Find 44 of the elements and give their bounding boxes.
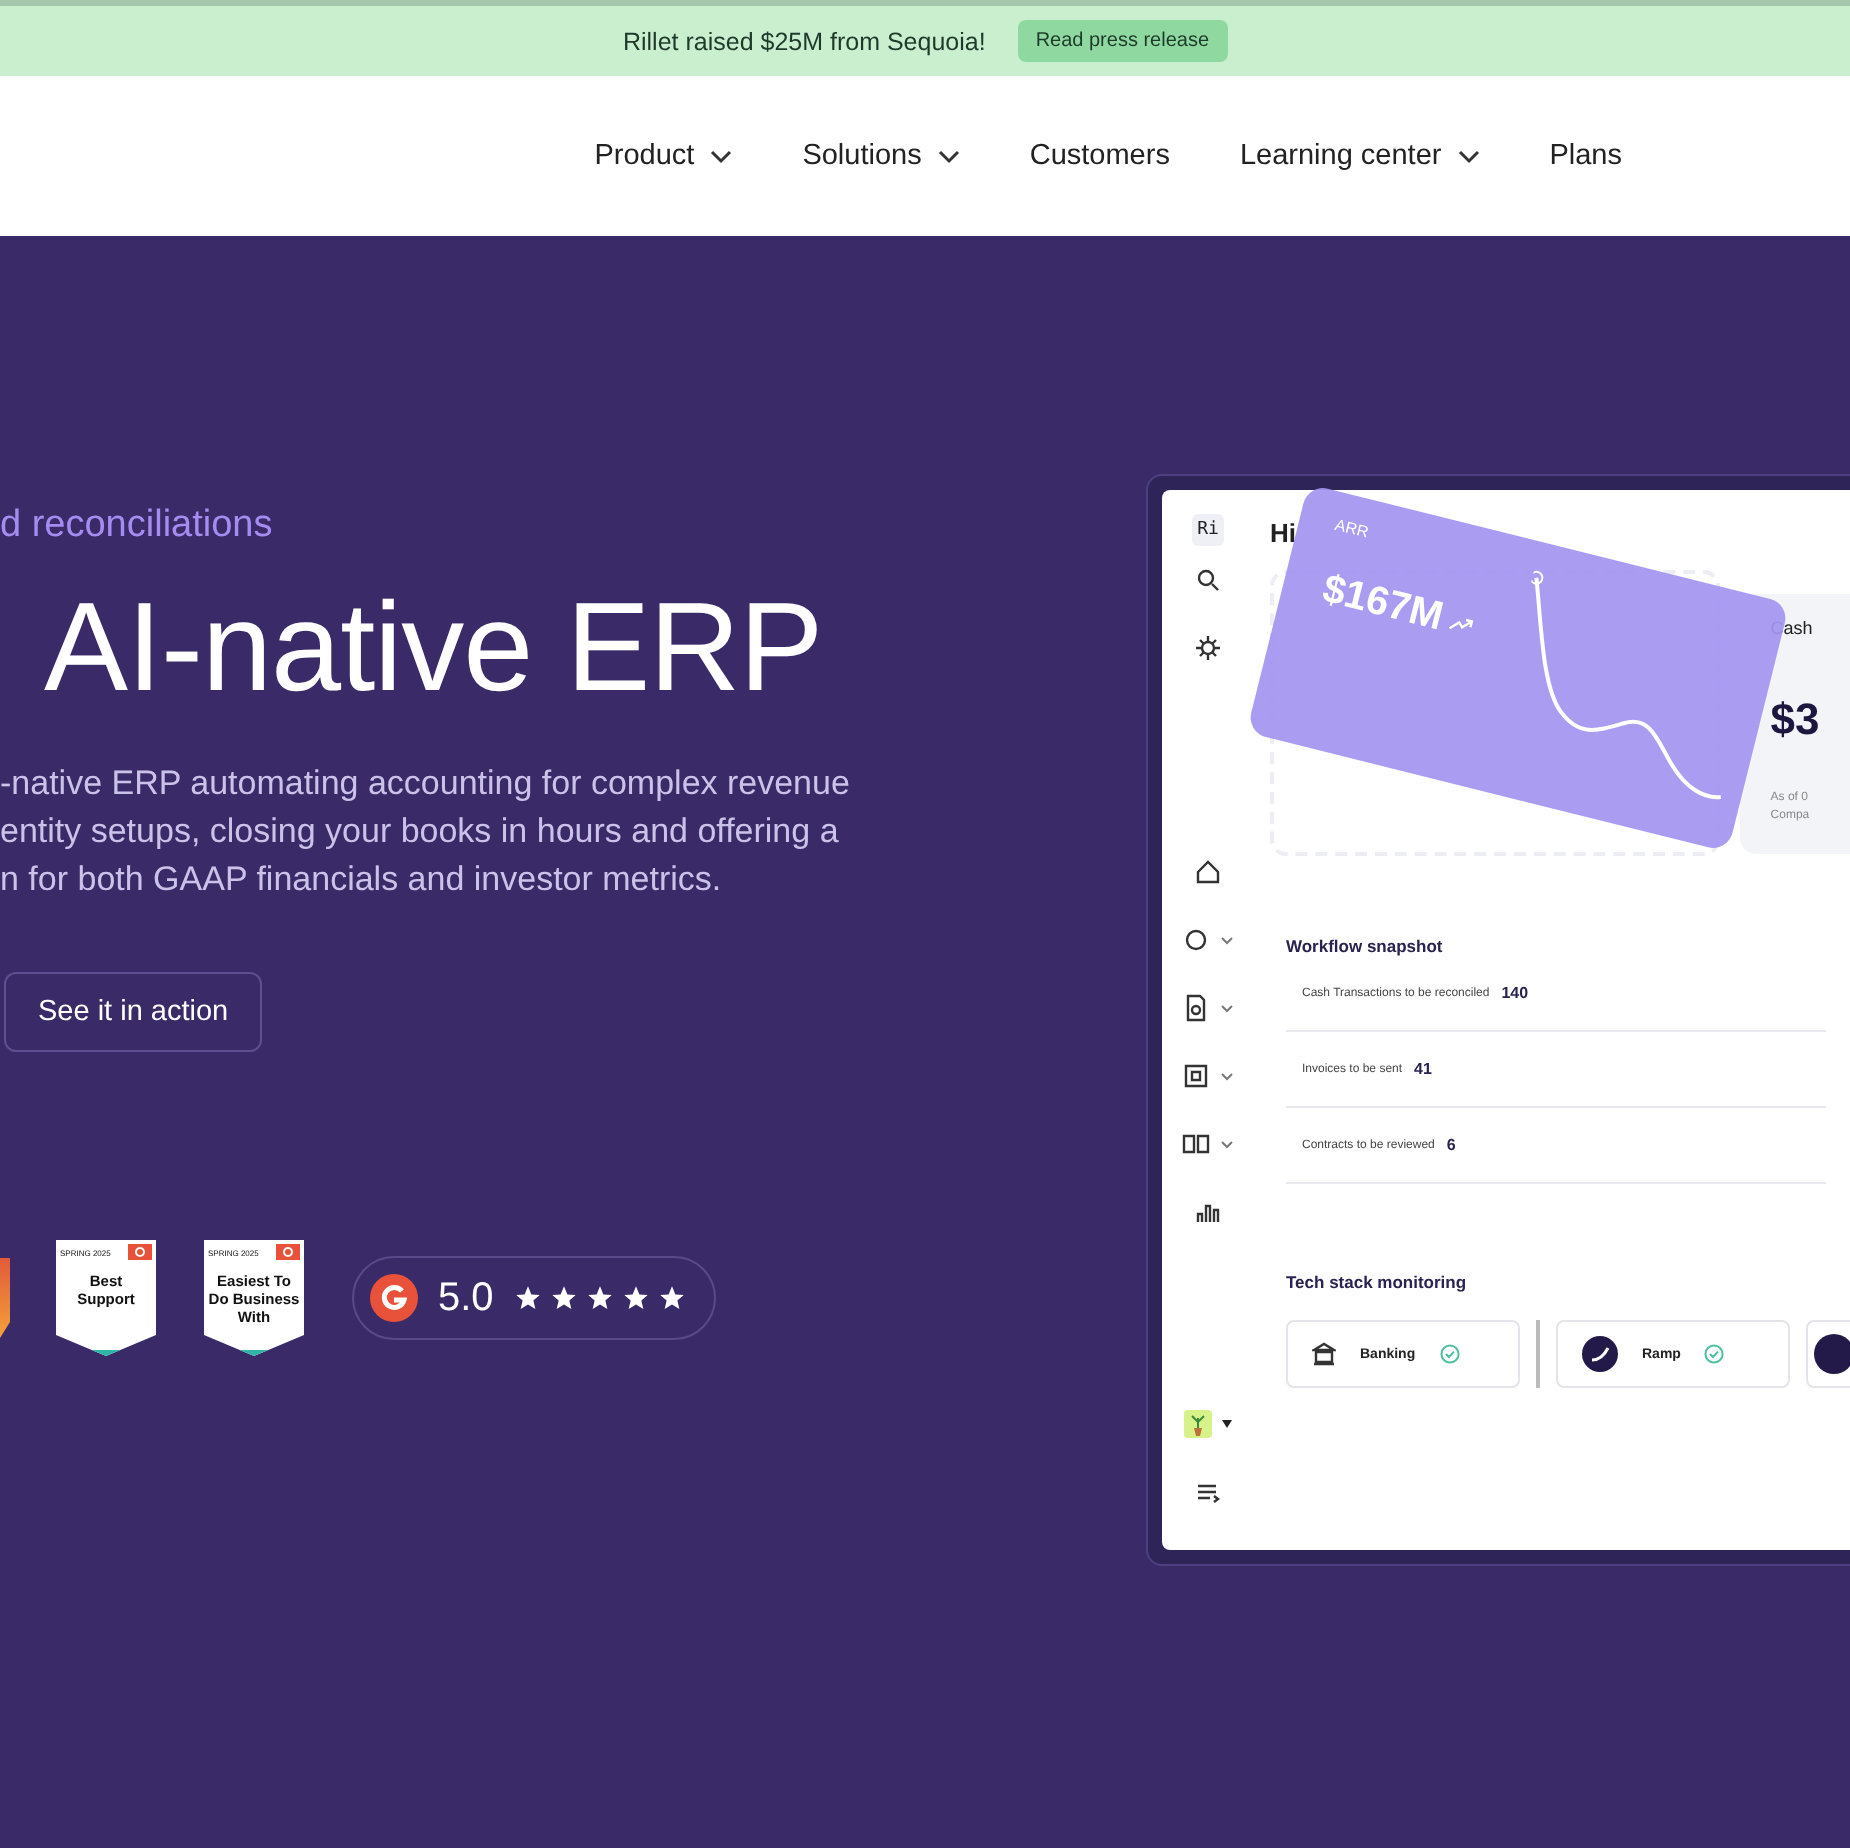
card-title: ARR [1333,515,1371,542]
hero-headline: AI-native ERP [42,576,825,720]
hero-description: n for both GAAP financials and investor metrics. [0,858,724,902]
document-search-icon[interactable] [1182,994,1210,1022]
eyebrow-text: d reconciliations [0,504,275,550]
section-title: Workflow snapshot [1286,936,1445,956]
caret-icon [1222,1420,1232,1428]
app-logo: Ri [1191,514,1225,546]
g2-logo-icon [370,1274,418,1322]
integration-card[interactable] [1806,1320,1850,1388]
chevron-icon [1220,1071,1234,1081]
trend-up-icon [1447,613,1475,635]
chevron-icon [1220,935,1234,945]
announcement-text: Rillet raised $25M from Sequoia! [622,27,986,55]
nav-link[interactable]: Solutions [802,140,960,172]
g2-logo-icon [128,1244,152,1260]
search-icon[interactable] [1194,566,1222,594]
g2-logo-icon [276,1244,300,1260]
nav-link[interactable]: Customers [1029,140,1170,172]
greeting-text: Hi [1270,518,1296,552]
logo-icon [1814,1334,1850,1374]
rating-score: 5.0 [438,1275,494,1321]
ramp-logo-icon [1582,1336,1618,1372]
home-icon[interactable] [1194,858,1222,886]
bank-icon [1312,1342,1336,1366]
section-title: Tech stack monitoring [1286,1272,1469,1292]
settings-icon[interactable] [1194,634,1222,662]
award-badge [0,1258,10,1338]
workflow-count: 41 [1414,1060,1432,1078]
book-icon[interactable] [1182,1130,1210,1158]
workflow-count: 6 [1446,1136,1456,1154]
chevron-icon [1220,1139,1234,1149]
see-it-in-action-button[interactable]: See it in action [4,972,263,1052]
nav-link[interactable]: Plans [1549,140,1622,172]
hero-description: -native ERP automating accounting for complex revenue [0,762,852,806]
card-value: $167M [1317,567,1448,642]
chevron-icon [1220,1003,1234,1013]
nav-link[interactable]: Product [594,140,733,172]
workflow-count: 140 [1501,984,1529,1002]
press-release-button[interactable]: Read press release [1017,20,1228,62]
hero-description: entity setups, closing your books in hours and offering a [0,810,841,854]
nav-link[interactable]: Learning center [1239,140,1480,172]
card-value: $3 [1770,694,1822,746]
plant-avatar-icon[interactable] [1184,1410,1212,1438]
